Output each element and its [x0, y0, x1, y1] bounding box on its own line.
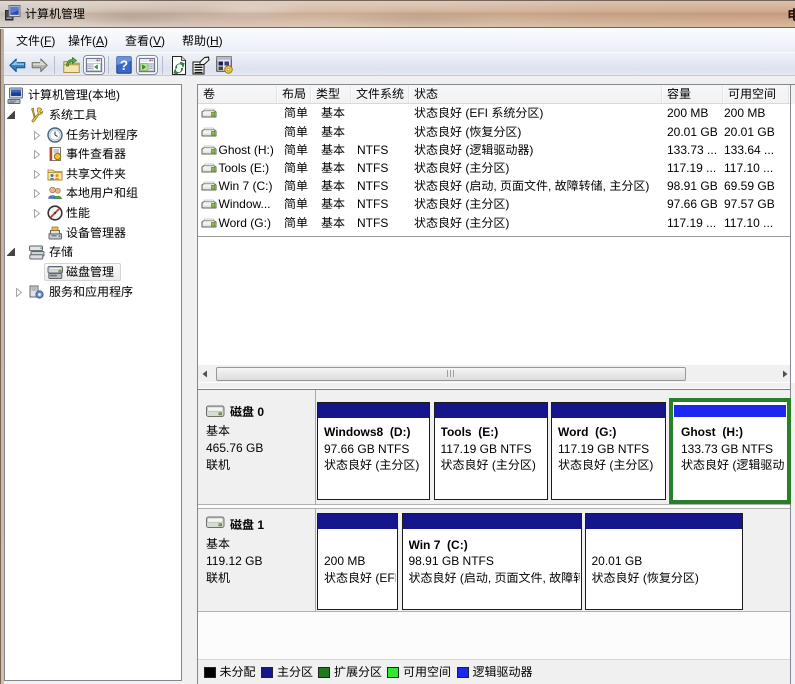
- svg-text:?: ?: [120, 58, 128, 73]
